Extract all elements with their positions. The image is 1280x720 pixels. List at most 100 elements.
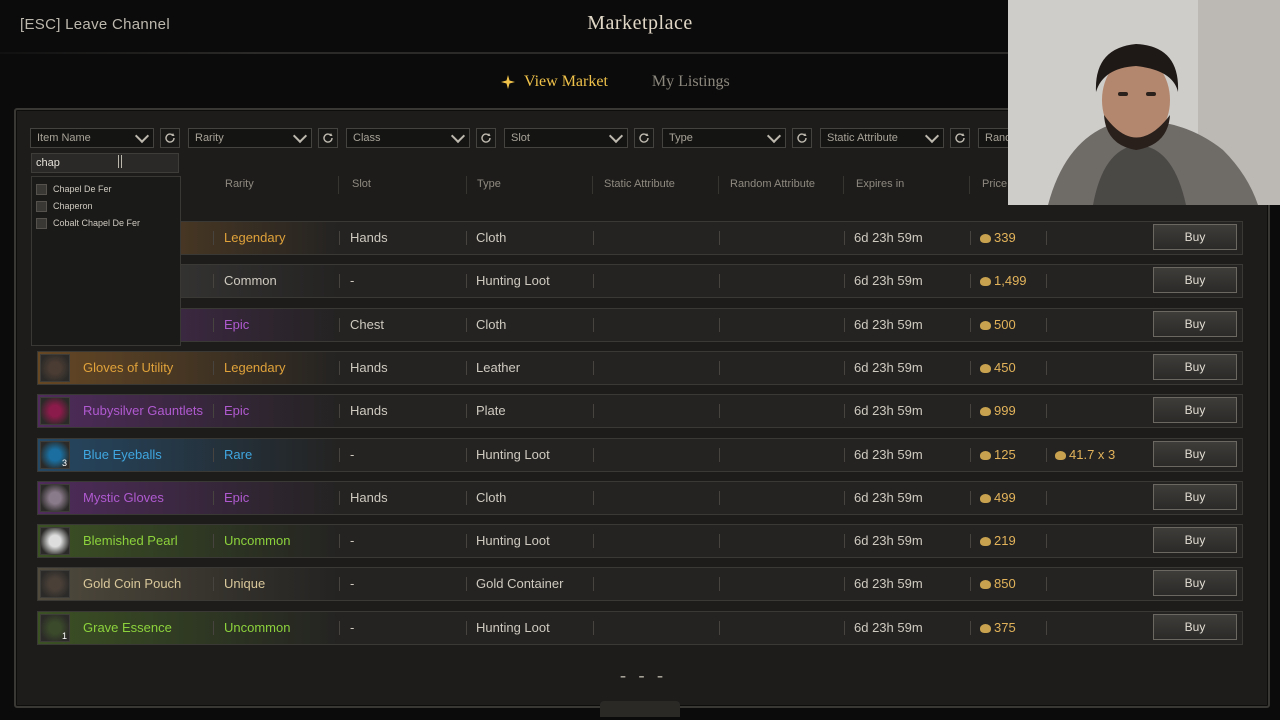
item-expires: 6d 23h 59m	[854, 619, 923, 635]
row-divider	[719, 490, 720, 505]
item-thumbnail-icon	[40, 483, 70, 512]
item-name: Gloves of Utility	[83, 359, 174, 375]
gold-coin-icon	[980, 407, 991, 417]
table-row[interactable]: s Epic Chest Cloth 6d 23h 59m 500 Buy	[37, 307, 1243, 342]
slot-dropdown[interactable]: Slot	[504, 128, 628, 148]
item-price-value: 375	[994, 619, 1016, 635]
buy-button[interactable]: Buy	[1153, 527, 1237, 554]
item-type: Cloth	[476, 230, 507, 245]
row-divider	[213, 360, 214, 375]
item-rarity: Common	[224, 273, 277, 289]
rarity-dropdown[interactable]: Rarity	[188, 128, 312, 148]
table-row[interactable]: Gloves of Utility Legendary Hands Leathe…	[37, 350, 1243, 385]
item-type: Plate	[476, 403, 506, 419]
item-rarity: Unique	[224, 576, 266, 592]
suggestion-label: Chapel De Fer	[53, 184, 112, 194]
column-header-type[interactable]: Type	[477, 178, 501, 190]
item-price-value: 339	[994, 230, 1016, 245]
item-type: Gold Container	[476, 576, 564, 592]
row-divider	[970, 577, 971, 592]
row-divider	[593, 404, 594, 419]
column-header-price[interactable]: Price	[982, 178, 1007, 190]
item-name-search-input[interactable]: chap	[31, 153, 179, 173]
table-row[interactable]: 1 Grave Essence Uncommon - Hunting Loot …	[37, 610, 1243, 645]
column-header-static-attribute[interactable]: Static Attribute	[604, 178, 675, 190]
row-divider	[466, 577, 467, 592]
webcam-overlay	[1008, 0, 1280, 205]
item-price: 499	[980, 482, 1016, 514]
reset-rarity-button[interactable]	[318, 128, 338, 148]
table-row[interactable]: 3 Blue Eyeballs Rare - Hunting Loot 6d 2…	[37, 437, 1243, 472]
row-divider	[970, 360, 971, 375]
item-price-value: 850	[994, 576, 1016, 592]
row-divider	[466, 534, 467, 549]
column-header-rarity[interactable]: Rarity	[225, 178, 254, 190]
column-header-random-attribute[interactable]: Random Attribute	[730, 178, 815, 190]
buy-button[interactable]: Buy	[1153, 613, 1237, 640]
gold-coin-icon	[980, 493, 991, 503]
class-dropdown-label: Class	[353, 132, 381, 144]
type-dropdown[interactable]: Type	[662, 128, 786, 148]
table-row[interactable]: Mystic Gloves Epic Hands Cloth 6d 23h 59…	[37, 480, 1243, 515]
row-divider	[213, 231, 214, 245]
suggestion-item[interactable]: Cobalt Chapel De Fer	[32, 215, 180, 231]
row-divider	[1046, 577, 1047, 592]
suggestion-item[interactable]: Chaperon	[32, 198, 180, 214]
row-divider	[466, 231, 467, 245]
buy-button[interactable]: Buy	[1153, 353, 1237, 380]
item-expires: 6d 23h 59m	[854, 273, 923, 289]
reset-static-attribute-button[interactable]	[950, 128, 970, 148]
static-attribute-dropdown[interactable]: Static Attribute	[820, 128, 944, 148]
gold-coin-icon	[980, 277, 991, 287]
reset-class-button[interactable]	[476, 128, 496, 148]
row-divider	[213, 274, 214, 289]
row-divider	[719, 577, 720, 592]
item-thumbnail-icon	[40, 397, 70, 426]
header-divider	[592, 176, 593, 194]
item-price-value: 219	[994, 533, 1016, 549]
buy-button[interactable]: Buy	[1153, 224, 1237, 250]
suggestion-item[interactable]: Chapel De Fer	[32, 181, 180, 197]
table-row[interactable]: Rubysilver Gauntlets Epic Hands Plate 6d…	[37, 394, 1243, 429]
row-divider	[1046, 620, 1047, 635]
item-price-value: 999	[994, 403, 1016, 419]
row-divider	[844, 577, 845, 592]
checkbox-icon	[36, 183, 47, 195]
class-dropdown[interactable]: Class	[346, 128, 470, 148]
column-header-slot[interactable]: Slot	[352, 178, 371, 190]
gold-coin-icon	[980, 363, 991, 373]
filter-item-name: Item Name	[30, 126, 180, 150]
buy-button[interactable]: Buy	[1153, 483, 1237, 510]
reset-type-button[interactable]	[792, 128, 812, 148]
buy-button[interactable]: Buy	[1153, 570, 1237, 597]
row-divider	[339, 231, 340, 245]
row-divider	[719, 447, 720, 462]
table-row[interactable]: Common - Hunting Loot 6d 23h 59m 1,499 B…	[37, 264, 1243, 299]
item-slot: Hands	[350, 230, 388, 245]
item-expires: 6d 23h 59m	[854, 359, 923, 375]
gold-coin-icon	[980, 623, 991, 633]
table-row[interactable]: Blemished Pearl Uncommon - Hunting Loot …	[37, 524, 1243, 559]
reset-slot-button[interactable]	[634, 128, 654, 148]
buy-button[interactable]: Buy	[1153, 440, 1237, 467]
item-price-value: 1,499	[994, 273, 1027, 289]
row-divider	[339, 620, 340, 635]
row-divider	[466, 620, 467, 635]
buy-button[interactable]: Buy	[1153, 310, 1237, 337]
table-row[interactable]: Gold Coin Pouch Unique - Gold Container …	[37, 567, 1243, 602]
tab-view-market[interactable]: View Market	[500, 73, 608, 91]
row-divider	[466, 360, 467, 375]
buy-button[interactable]: Buy	[1153, 267, 1237, 294]
table-row[interactable]: Legendary Hands Cloth 6d 23h 59m 339 Buy	[37, 221, 1243, 255]
item-price: 1,499	[980, 265, 1027, 297]
pagination[interactable]: - - -	[620, 665, 667, 686]
row-divider	[1046, 447, 1047, 462]
streamer-photo	[1008, 0, 1280, 205]
row-divider	[339, 577, 340, 592]
tab-my-listings[interactable]: My Listings	[652, 73, 730, 91]
row-divider	[339, 447, 340, 462]
buy-button[interactable]: Buy	[1153, 397, 1237, 424]
reset-item-name-button[interactable]	[160, 128, 180, 148]
column-header-expires[interactable]: Expires in	[856, 178, 904, 190]
item-name-dropdown[interactable]: Item Name	[30, 128, 154, 148]
